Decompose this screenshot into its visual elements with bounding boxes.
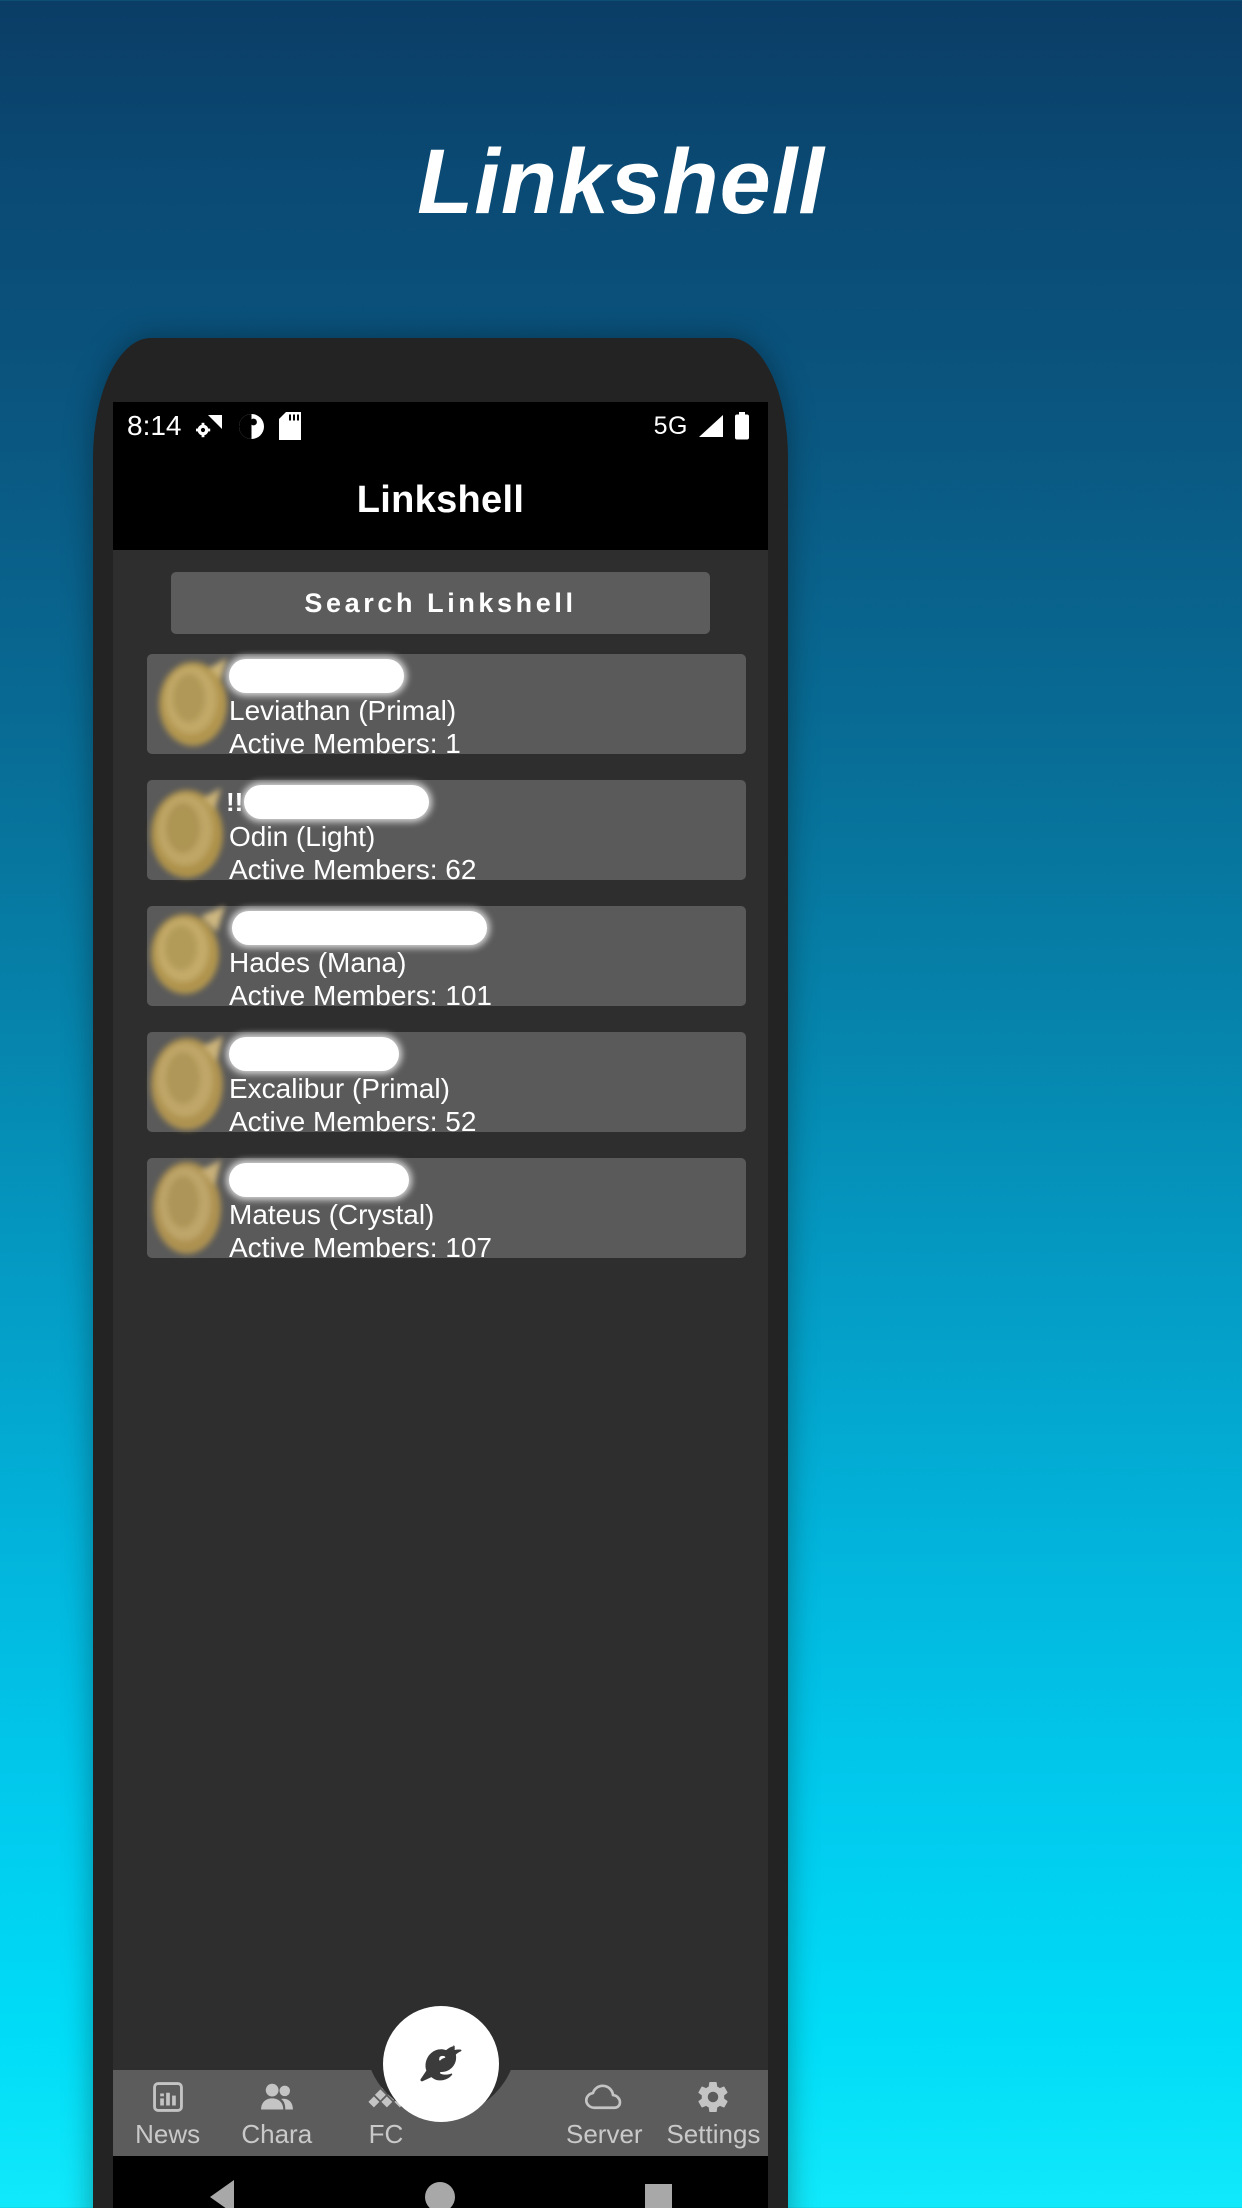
linkshell-fab-button[interactable]: [382, 2006, 499, 2122]
linkshell-info: Leviathan (Primal) Active Members: 1: [229, 659, 755, 760]
linkshell-name-redacted: [229, 1163, 409, 1197]
linkshell-info: Odin (Light) Active Members: 62: [229, 785, 755, 886]
linkshell-name-redacted: [232, 911, 487, 945]
list-item[interactable]: !! Odin (Light) Active Members: 62: [116, 780, 765, 885]
linkshell-name-redacted: [229, 1037, 399, 1071]
list-item[interactable]: Hades (Mana) Active Members: 101: [116, 906, 765, 1011]
app-bar: Linkshell: [113, 450, 768, 550]
linkshell-info: Excalibur (Primal) Active Members: 52: [229, 1037, 755, 1138]
nav-label-fc: FC: [368, 2119, 404, 2149]
nav-item-server[interactable]: Server: [550, 2070, 659, 2149]
list-item[interactable]: Leviathan (Primal) Active Members: 1: [116, 654, 765, 759]
nav-label-chara: Chara: [241, 2119, 313, 2149]
hero-title: Linkshell: [417, 131, 825, 233]
home-icon[interactable]: [410, 2167, 470, 2208]
linkshell-members: Active Members: 62: [229, 854, 477, 885]
linkshell-world: Hades (Mana): [229, 947, 407, 978]
status-bar-left: 8:14: [127, 410, 301, 442]
linkshell-world: Odin (Light): [229, 821, 376, 852]
page-title: Linkshell: [356, 478, 525, 521]
search-area: Search Linkshell: [113, 550, 768, 634]
linkshell-fab-icon: [419, 2045, 461, 2082]
status-bar-right: 5G: [654, 412, 750, 441]
linkshell-list: Leviathan (Primal) Active Members: 1 !! …: [113, 634, 768, 1263]
cloud-icon: [585, 2078, 623, 2116]
bar-chart-icon: [149, 2078, 187, 2116]
signal-icon: [697, 413, 725, 439]
status-clock: 8:14: [127, 410, 182, 441]
nav-label-settings: Settings: [666, 2119, 761, 2149]
nav-item-chara[interactable]: Chara: [222, 2070, 331, 2149]
phone-frame: 8:14 5G Linkshell Search Linkshell Levia…: [93, 338, 788, 2208]
linkshell-world: Leviathan (Primal): [229, 695, 457, 726]
linkshell-members: Active Members: 101: [229, 980, 492, 1011]
linkshell-info: Mateus (Crystal) Active Members: 107: [229, 1163, 755, 1264]
main-content: Search Linkshell Leviathan (Primal) Acti…: [113, 550, 768, 2010]
linkshell-world: Excalibur (Primal): [229, 1073, 450, 1104]
nav-item-news[interactable]: News: [113, 2070, 222, 2149]
linkshell-world: Mateus (Crystal): [229, 1199, 435, 1230]
people-icon: [258, 2078, 296, 2116]
recents-icon[interactable]: [629, 2167, 689, 2208]
battery-icon: [734, 412, 750, 440]
network-type-label: 5G: [653, 411, 688, 440]
sd-card-icon: [278, 412, 301, 440]
wifi-settings-icon: [195, 413, 224, 439]
phone-screen: 8:14 5G Linkshell Search Linkshell Levia…: [113, 402, 768, 2208]
linkshell-members: Active Members: 107: [229, 1232, 492, 1263]
android-navigation-bar: [113, 2156, 768, 2208]
search-linkshell-button[interactable]: Search Linkshell: [171, 572, 710, 634]
linkshell-members: Active Members: 52: [229, 1106, 477, 1137]
status-bar: 8:14 5G: [113, 402, 768, 450]
nav-label-server: Server: [565, 2119, 643, 2149]
linkshell-name-redacted: [244, 785, 429, 819]
list-item[interactable]: Excalibur (Primal) Active Members: 52: [116, 1032, 765, 1137]
do-not-disturb-icon: [238, 413, 265, 440]
list-item[interactable]: Mateus (Crystal) Active Members: 107: [116, 1158, 765, 1263]
nav-label-news: News: [135, 2119, 201, 2149]
nav-item-settings[interactable]: Settings: [659, 2070, 768, 2149]
linkshell-members: Active Members: 1: [229, 728, 461, 759]
linkshell-info: Hades (Mana) Active Members: 101: [229, 911, 755, 1012]
linkshell-name-redacted: [229, 659, 404, 693]
gear-icon: [694, 2078, 732, 2116]
back-icon[interactable]: [192, 2167, 252, 2208]
